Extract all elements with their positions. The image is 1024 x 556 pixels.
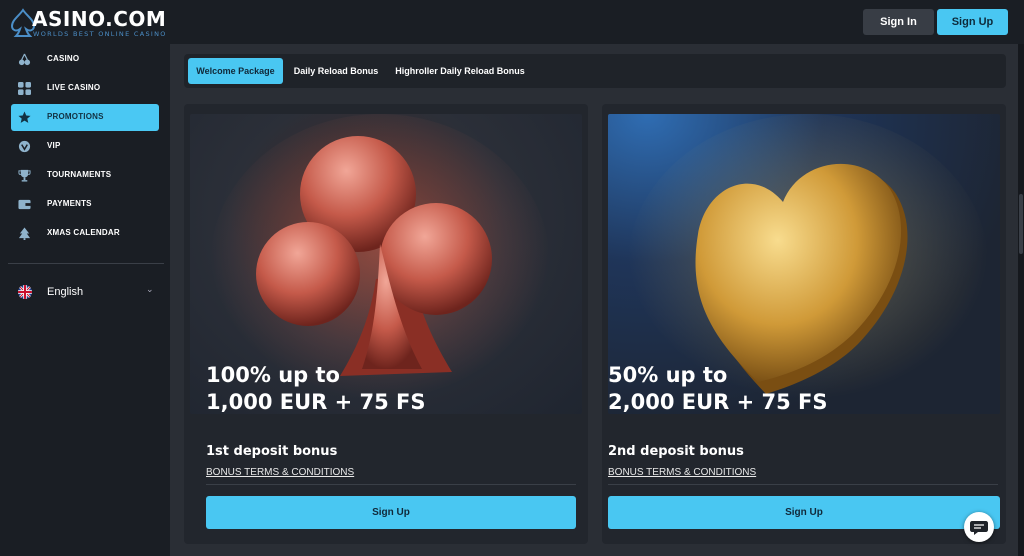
sidebar-item-casino[interactable]: CASINO — [11, 46, 159, 73]
sidebar-divider — [8, 263, 164, 264]
card-divider — [206, 484, 576, 485]
tab-daily-reload-bonus[interactable]: Daily Reload Bonus — [288, 58, 384, 84]
promo-subtitle: 1st deposit bonus — [206, 444, 338, 459]
sidebar-item-label: XMAS CALENDAR — [47, 228, 120, 237]
sidebar-item-label: TOURNAMENTS — [47, 170, 112, 179]
language-selector[interactable]: English ⌄ — [11, 280, 159, 304]
chevron-down-icon: ⌄ — [146, 284, 154, 294]
promo-card-2: 50% up to 2,000 EUR + 75 FS 2nd deposit … — [602, 104, 1006, 544]
bonus-terms-link[interactable]: BONUS TERMS & CONDITIONS — [206, 467, 354, 478]
uk-flag-icon — [18, 285, 32, 299]
chat-launcher-button[interactable] — [964, 512, 994, 542]
wallet-icon — [18, 199, 31, 210]
promo-subtitle: 2nd deposit bonus — [608, 444, 744, 459]
logo-tagline: WORLDS BEST ONLINE CASINO — [33, 30, 167, 38]
top-bar: ASINO.COM WORLDS BEST ONLINE CASINO Sign… — [0, 0, 1024, 44]
scrollbar-thumb[interactable] — [1019, 194, 1023, 254]
bonus-terms-link[interactable]: BONUS TERMS & CONDITIONS — [608, 467, 756, 478]
logo-wordmark: ASINO.COM — [32, 7, 167, 31]
sidebar-item-xmas-calendar[interactable]: XMAS CALENDAR — [11, 220, 159, 247]
star-icon — [18, 111, 31, 123]
logo[interactable]: ASINO.COM WORLDS BEST ONLINE CASINO — [10, 4, 170, 40]
promo-headline: 100% up to 1,000 EUR + 75 FS — [206, 363, 426, 414]
promo-sign-up-button[interactable]: Sign Up — [608, 496, 1000, 529]
promo-headline: 50% up to 2,000 EUR + 75 FS — [608, 363, 828, 414]
sidebar-item-label: CASINO — [47, 54, 80, 63]
sidebar-item-promotions[interactable]: PROMOTIONS — [11, 104, 159, 131]
promo-card-1: 100% up to 1,000 EUR + 75 FS 1st deposit… — [184, 104, 588, 544]
main-content: Welcome Package Daily Reload Bonus Highr… — [170, 44, 1018, 556]
sidebar-item-label: PROMOTIONS — [47, 112, 104, 121]
tab-welcome-package[interactable]: Welcome Package — [188, 58, 283, 84]
promo-tab-bar: Welcome Package Daily Reload Bonus Highr… — [184, 54, 1006, 88]
sidebar-item-payments[interactable]: PAYMENTS — [11, 191, 159, 218]
sidebar-item-vip[interactable]: VIP — [11, 133, 159, 160]
cherries-icon — [18, 53, 31, 66]
card-divider — [608, 484, 998, 485]
sign-up-button[interactable]: Sign Up — [937, 9, 1008, 35]
sidebar-item-label: PAYMENTS — [47, 199, 92, 208]
trophy-icon — [18, 169, 31, 182]
chat-bubble-icon — [970, 521, 988, 535]
xmas-tree-icon — [18, 227, 31, 240]
vip-shield-icon — [18, 140, 31, 153]
language-label: English — [47, 286, 84, 298]
sidebar-item-tournaments[interactable]: TOURNAMENTS — [11, 162, 159, 189]
tab-highroller-daily-reload-bonus[interactable]: Highroller Daily Reload Bonus — [392, 58, 528, 84]
sidebar-item-label: VIP — [47, 141, 61, 150]
sidebar: CASINO LIVE CASINO PROMOTIONS VIP TOURNA… — [0, 44, 170, 556]
live-grid-icon — [18, 82, 31, 95]
sidebar-item-live-casino[interactable]: LIVE CASINO — [11, 75, 159, 102]
sign-in-button[interactable]: Sign In — [863, 9, 934, 35]
page-scrollbar[interactable] — [1018, 44, 1024, 556]
promo-sign-up-button[interactable]: Sign Up — [206, 496, 576, 529]
sidebar-item-label: LIVE CASINO — [47, 83, 101, 92]
